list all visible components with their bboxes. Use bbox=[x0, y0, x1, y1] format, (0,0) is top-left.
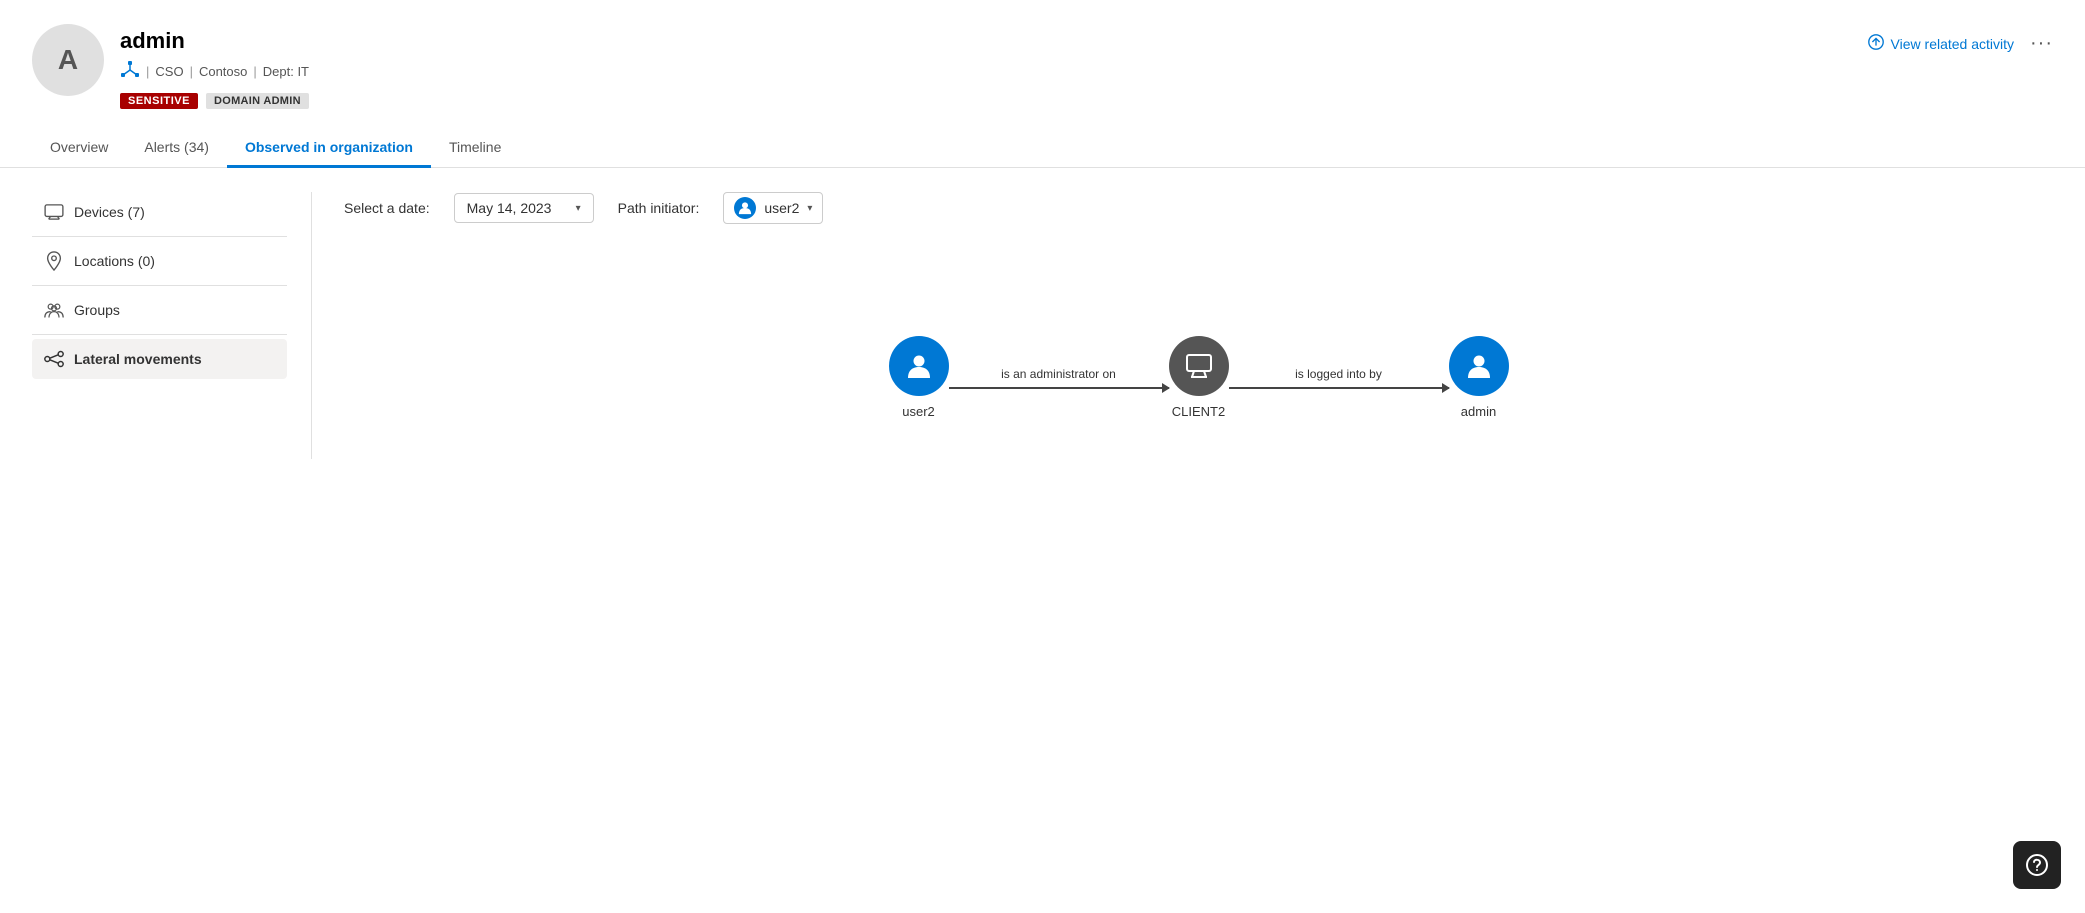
activity-icon bbox=[1867, 33, 1885, 54]
user-info: admin | CSO | Contoso | Dep bbox=[120, 24, 309, 109]
content: Devices (7) Locations (0) bbox=[0, 168, 2085, 483]
edge1-label: is an administrator on bbox=[1001, 367, 1116, 381]
sidebar-divider-1 bbox=[32, 236, 287, 237]
separator3: | bbox=[253, 64, 256, 79]
filters: Select a date: May 14, 2023 ▾ Path initi… bbox=[344, 192, 2053, 224]
sidebar-lateral-label: Lateral movements bbox=[74, 351, 202, 367]
edge1-line bbox=[949, 387, 1169, 389]
tab-overview[interactable]: Overview bbox=[32, 129, 126, 168]
header: A admin | CSO | Contoso bbox=[0, 0, 2085, 109]
sidebar-divider-3 bbox=[32, 334, 287, 335]
graph-area: user2 is an administrator on bbox=[344, 256, 2053, 459]
sidebar-devices-label: Devices (7) bbox=[74, 204, 145, 220]
node-client2-circle bbox=[1169, 336, 1229, 396]
dept-text: Dept: IT bbox=[263, 64, 309, 79]
sidebar-locations-label: Locations (0) bbox=[74, 253, 155, 269]
sidebar-item-devices[interactable]: Devices (7) bbox=[32, 192, 287, 232]
location-icon bbox=[44, 251, 64, 271]
lateral-icon bbox=[44, 349, 64, 369]
node-admin-label: admin bbox=[1461, 404, 1496, 419]
sidebar-groups-label: Groups bbox=[74, 302, 120, 318]
main-content: Select a date: May 14, 2023 ▾ Path initi… bbox=[312, 192, 2053, 459]
date-filter-label: Select a date: bbox=[344, 200, 430, 216]
sidebar-item-groups[interactable]: Groups bbox=[32, 290, 287, 330]
separator2: | bbox=[190, 64, 193, 79]
device-icon bbox=[44, 202, 64, 222]
graph-node-user2: user2 bbox=[889, 336, 949, 419]
date-value: May 14, 2023 bbox=[467, 200, 552, 216]
tab-observed[interactable]: Observed in organization bbox=[227, 129, 431, 168]
sidebar: Devices (7) Locations (0) bbox=[32, 192, 312, 459]
date-dropdown[interactable]: May 14, 2023 ▾ bbox=[454, 193, 594, 223]
node-user2-circle bbox=[889, 336, 949, 396]
avatar: A bbox=[32, 24, 104, 96]
graph-edge-1: is an administrator on bbox=[949, 367, 1169, 389]
bottom-right-help-button[interactable] bbox=[2013, 841, 2061, 889]
graph-node-client2: CLIENT2 bbox=[1169, 336, 1229, 419]
more-options-button[interactable]: ··· bbox=[2030, 32, 2053, 55]
header-left: A admin | CSO | Contoso bbox=[32, 24, 309, 109]
org-text: CSO bbox=[155, 64, 183, 79]
graph-row: user2 is an administrator on bbox=[889, 336, 1509, 419]
graph-node-admin: admin bbox=[1449, 336, 1509, 419]
network-icon bbox=[120, 60, 140, 83]
badge-sensitive: SENSITIVE bbox=[120, 93, 198, 109]
chevron-down-icon: ▾ bbox=[576, 203, 581, 214]
view-related-label: View related activity bbox=[1891, 36, 2014, 52]
sidebar-divider-2 bbox=[32, 285, 287, 286]
edge2-line bbox=[1229, 387, 1449, 389]
path-initiator-dropdown[interactable]: user2 ▾ bbox=[723, 192, 823, 224]
node-user2-label: user2 bbox=[902, 404, 935, 419]
sidebar-item-lateral[interactable]: Lateral movements bbox=[32, 339, 287, 379]
badge-domain: DOMAIN ADMIN bbox=[206, 93, 309, 109]
tabs: Overview Alerts (34) Observed in organiz… bbox=[0, 129, 2085, 168]
node-admin-circle bbox=[1449, 336, 1509, 396]
graph-edge-2: is logged into by bbox=[1229, 367, 1449, 389]
edge2-label: is logged into by bbox=[1295, 367, 1382, 381]
username: admin bbox=[120, 28, 309, 54]
tab-timeline[interactable]: Timeline bbox=[431, 129, 519, 168]
company-text: Contoso bbox=[199, 64, 247, 79]
groups-icon bbox=[44, 300, 64, 320]
view-related-button[interactable]: View related activity bbox=[1867, 33, 2014, 54]
node-client2-label: CLIENT2 bbox=[1172, 404, 1225, 419]
sidebar-item-locations[interactable]: Locations (0) bbox=[32, 241, 287, 281]
path-filter-label: Path initiator: bbox=[618, 200, 700, 216]
path-user-label: user2 bbox=[764, 200, 799, 216]
separator1: | bbox=[146, 64, 149, 79]
path-chevron-icon: ▾ bbox=[807, 203, 812, 214]
path-user-avatar bbox=[734, 197, 756, 219]
badges: SENSITIVE DOMAIN ADMIN bbox=[120, 93, 309, 109]
header-right: View related activity ··· bbox=[1867, 24, 2053, 55]
tab-alerts[interactable]: Alerts (34) bbox=[126, 129, 227, 168]
user-meta: | CSO | Contoso | Dept: IT bbox=[120, 60, 309, 83]
